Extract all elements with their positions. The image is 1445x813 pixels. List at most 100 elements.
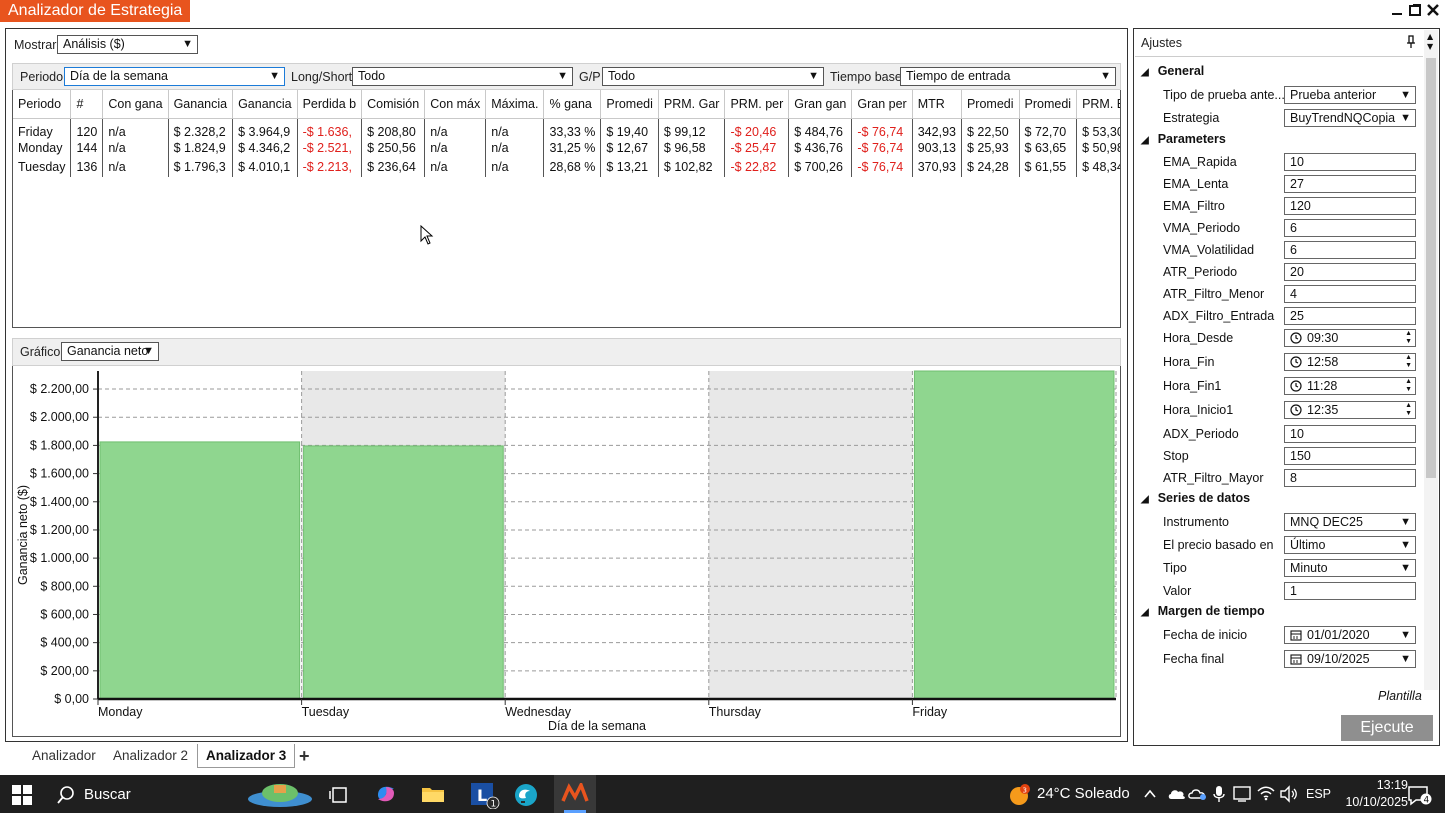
- wifi-icon[interactable]: [1256, 785, 1276, 804]
- collapse-triangle-icon[interactable]: ◢: [1141, 607, 1149, 618]
- close-icon[interactable]: [1425, 2, 1441, 18]
- property-field-select[interactable]: BuyTrendNQCopia ▼: [1284, 109, 1416, 127]
- column-header[interactable]: Ganancia: [232, 90, 298, 119]
- property-field-date[interactable]: 09/10/2025 ▼: [1284, 650, 1416, 668]
- property-field-date[interactable]: 01/01/2020 ▼: [1284, 626, 1416, 644]
- file-explorer-icon[interactable]: [421, 784, 445, 807]
- microphone-icon[interactable]: [1212, 785, 1226, 806]
- period-dropdown[interactable]: Día de la semana ▼: [64, 67, 285, 86]
- onedrive-icon[interactable]: [1188, 786, 1208, 805]
- property-field-text[interactable]: 4: [1284, 285, 1416, 303]
- gp-dropdown[interactable]: Todo ▼: [602, 67, 824, 86]
- property-field-text[interactable]: 6: [1284, 241, 1416, 259]
- copilot-icon[interactable]: [374, 783, 398, 808]
- scroll-down-icon[interactable]: ▼: [1427, 42, 1433, 51]
- property-field-select[interactable]: Último ▼: [1284, 536, 1416, 554]
- taskbar-app-active[interactable]: [554, 775, 596, 813]
- windows-start-icon[interactable]: [12, 785, 32, 808]
- table-row[interactable]: Friday 120 n/a $ 2.328,2 $ 3.964,9 -$ 1.636, $…: [13, 118, 1120, 139]
- section-header-time_frame[interactable]: ◢ Margen de tiempo: [1141, 604, 1265, 618]
- column-header[interactable]: Gran per: [851, 90, 913, 119]
- column-header[interactable]: Periodo: [13, 90, 72, 119]
- property-field-text[interactable]: 1: [1284, 582, 1416, 600]
- weather-icon[interactable]: 3: [1008, 783, 1032, 810]
- column-header[interactable]: % gana: [543, 90, 602, 119]
- edge-browser-icon[interactable]: [513, 782, 539, 811]
- chevron-down-icon[interactable]: ▼: [1400, 537, 1411, 553]
- taskbar-search[interactable]: Buscar: [52, 775, 332, 813]
- notification-icon[interactable]: 4: [1406, 783, 1432, 810]
- table-row[interactable]: Tuesday 136 n/a $ 1.796,3 $ 4.010,1 -$ 2.213,…: [13, 157, 1120, 177]
- property-field-text[interactable]: 150: [1284, 447, 1416, 465]
- chevron-down-icon[interactable]: ▼: [1400, 87, 1411, 103]
- display-icon[interactable]: [1233, 785, 1251, 806]
- weather-text[interactable]: 24°C Soleado: [1037, 785, 1130, 802]
- collapse-triangle-icon[interactable]: ◢: [1141, 67, 1149, 78]
- pin-icon[interactable]: [1405, 34, 1417, 53]
- scrollbar-thumb[interactable]: [1426, 58, 1436, 478]
- settings-scrollbar[interactable]: ▲ ▼: [1424, 30, 1438, 690]
- property-field-text[interactable]: 120: [1284, 197, 1416, 215]
- spinner-icon[interactable]: ▲ ▼: [1405, 330, 1412, 346]
- tab-analizador-3[interactable]: Analizador 3: [197, 744, 296, 768]
- column-header[interactable]: PRM. per: [724, 90, 790, 119]
- cloud-icon[interactable]: [1167, 786, 1187, 805]
- add-tab-icon[interactable]: +: [291, 744, 318, 768]
- column-header[interactable]: Máxima.: [485, 90, 545, 119]
- column-header[interactable]: PRM. Gar: [658, 90, 726, 119]
- property-field-select[interactable]: MNQ DEC25 ▼: [1284, 513, 1416, 531]
- table-row[interactable]: Monday 144 n/a $ 1.824,9 $ 4.346,2 -$ 2.521, $…: [13, 138, 1120, 158]
- column-header[interactable]: MTR: [912, 90, 962, 119]
- chevron-down-icon[interactable]: ▼: [1400, 560, 1411, 576]
- column-header[interactable]: Ganancia: [168, 90, 234, 119]
- restore-icon[interactable]: [1407, 2, 1423, 18]
- chevron-up-icon[interactable]: [1143, 788, 1157, 803]
- section-header-data_series[interactable]: ◢ Series de datos: [1141, 491, 1250, 505]
- property-field-text[interactable]: 25: [1284, 307, 1416, 325]
- property-field-text[interactable]: 6: [1284, 219, 1416, 237]
- chart-type-dropdown[interactable]: Ganancia neto ▼: [61, 342, 159, 361]
- property-field-select[interactable]: Prueba anterior ▼: [1284, 86, 1416, 104]
- property-field-text[interactable]: 27: [1284, 175, 1416, 193]
- trading-l-icon[interactable]: L1: [469, 781, 501, 812]
- property-field-time[interactable]: 09:30 ▲ ▼: [1284, 329, 1416, 347]
- property-field-text[interactable]: 10: [1284, 425, 1416, 443]
- column-header[interactable]: #: [70, 90, 104, 119]
- chevron-down-icon[interactable]: ▼: [1400, 110, 1411, 126]
- collapse-triangle-icon[interactable]: ◢: [1141, 494, 1149, 505]
- column-header[interactable]: PRM. ETD: [1076, 90, 1120, 119]
- property-field-text[interactable]: 10: [1284, 153, 1416, 171]
- chevron-down-icon[interactable]: ▼: [1400, 651, 1411, 667]
- show-dropdown[interactable]: Análisis ($) ▼: [57, 35, 198, 54]
- task-view-icon[interactable]: [329, 785, 349, 808]
- collapse-triangle-icon[interactable]: ◢: [1141, 135, 1149, 146]
- longshort-dropdown[interactable]: Todo ▼: [352, 67, 573, 86]
- tab-analizador-2[interactable]: Analizador 2: [105, 744, 196, 768]
- property-field-text[interactable]: 8: [1284, 469, 1416, 487]
- language-indicator[interactable]: ESP: [1306, 787, 1331, 801]
- column-header[interactable]: Con gana: [102, 90, 169, 119]
- column-header[interactable]: Promedi: [961, 90, 1020, 119]
- spinner-icon[interactable]: ▲ ▼: [1405, 402, 1412, 418]
- spinner-icon[interactable]: ▲ ▼: [1405, 378, 1412, 394]
- volume-icon[interactable]: [1279, 785, 1299, 806]
- column-header[interactable]: Promedi: [1019, 90, 1078, 119]
- spinner-icon[interactable]: ▲ ▼: [1405, 354, 1412, 370]
- column-header[interactable]: Con máx: [424, 90, 487, 119]
- property-field-time[interactable]: 12:58 ▲ ▼: [1284, 353, 1416, 371]
- run-button[interactable]: Ejecute: [1341, 715, 1433, 741]
- template-link[interactable]: Plantilla: [1378, 689, 1422, 703]
- minimize-icon[interactable]: [1389, 2, 1405, 18]
- property-field-text[interactable]: 20: [1284, 263, 1416, 281]
- column-header[interactable]: Gran gan: [788, 90, 853, 119]
- column-header[interactable]: Promedi: [600, 90, 659, 119]
- clock-date[interactable]: 10/10/2025: [1330, 795, 1408, 809]
- tab-analizador[interactable]: Analizador: [24, 744, 104, 768]
- property-field-select[interactable]: Minuto ▼: [1284, 559, 1416, 577]
- chevron-down-icon[interactable]: ▼: [1400, 514, 1411, 530]
- chevron-down-icon[interactable]: ▼: [1400, 627, 1411, 643]
- property-field-time[interactable]: 11:28 ▲ ▼: [1284, 377, 1416, 395]
- column-header[interactable]: Comisión: [361, 90, 426, 119]
- property-field-time[interactable]: 12:35 ▲ ▼: [1284, 401, 1416, 419]
- section-header-parameters[interactable]: ◢ Parameters: [1141, 132, 1226, 146]
